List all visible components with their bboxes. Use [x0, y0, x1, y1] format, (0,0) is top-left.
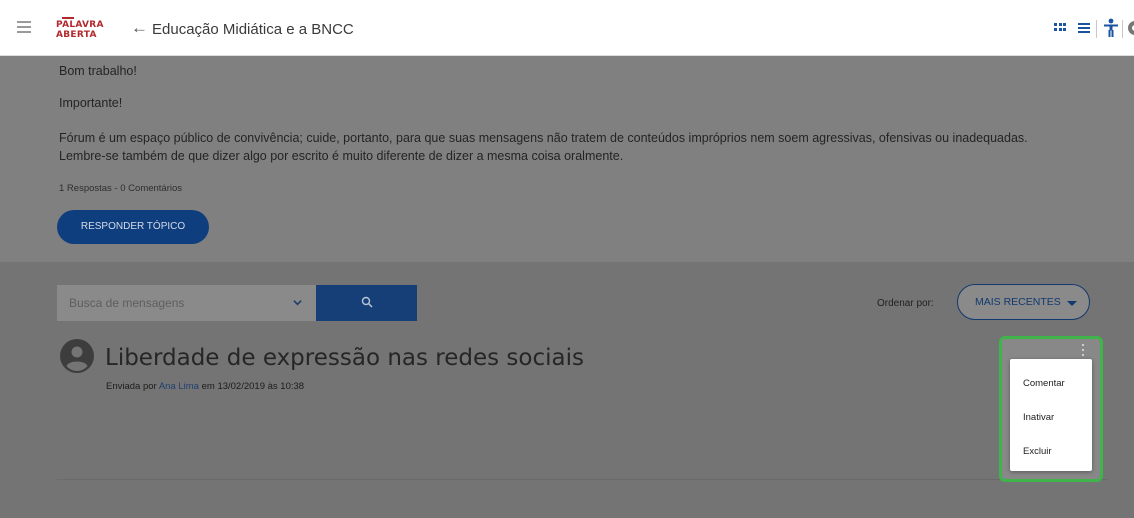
menu-icon[interactable]	[17, 21, 31, 33]
search-button[interactable]	[316, 285, 417, 321]
caret-down-icon	[1067, 301, 1077, 306]
post-author[interactable]: Ana Lima	[159, 381, 199, 392]
logo[interactable]: PALAVRA ABERTA	[56, 17, 116, 43]
top-bar: PALAVRA ABERTA ← Educação Midiática e a …	[0, 0, 1134, 56]
order-by-dropdown[interactable]: MAIS RECENTES	[957, 284, 1090, 320]
search-box	[57, 285, 316, 321]
chevron-down-icon[interactable]	[293, 298, 302, 307]
highlighted-menu-frame: Comentar Inativar Excluir	[999, 336, 1103, 482]
topic-content: Bom trabalho! Importante! Fórum é um esp…	[0, 57, 1134, 262]
menu-item-comentar[interactable]: Comentar	[1023, 378, 1065, 389]
accessibility-icon[interactable]	[1104, 18, 1118, 38]
topic-notice-line2: Lembre-se também de que dizer algo por e…	[59, 149, 624, 163]
divider	[57, 479, 1107, 480]
logo-mark	[62, 17, 74, 19]
reply-comment-count: 1 Respostas - 0 Comentários	[59, 183, 183, 194]
toolbar-divider	[1122, 20, 1123, 38]
more-vertical-icon[interactable]	[1080, 344, 1086, 358]
settings-icon[interactable]	[1128, 21, 1134, 35]
arrow-left-icon[interactable]: ←	[131, 19, 148, 37]
logo-text-line2: ABERTA	[56, 30, 97, 40]
post-meta: Enviada por Ana Lima em 13/02/2019 às 10…	[106, 381, 304, 392]
menu-item-inativar[interactable]: Inativar	[1023, 412, 1054, 423]
grid-view-icon[interactable]	[1054, 23, 1066, 33]
post-context-menu: Comentar Inativar Excluir	[1010, 359, 1092, 471]
order-by-selected: MAIS RECENTES	[975, 296, 1061, 308]
course-title: Educação Midiática e a BNCC	[152, 21, 354, 38]
logo-text-line1: PALAVRA	[56, 20, 104, 30]
reply-topic-button[interactable]: RESPONDER TÓPICO	[57, 210, 209, 244]
topic-greeting: Bom trabalho!	[59, 64, 137, 78]
post-date: em 13/02/2019 às 10:38	[201, 381, 305, 392]
messages-section: Ordenar por: MAIS RECENTES Liberdade de …	[0, 262, 1134, 518]
search-input[interactable]	[57, 285, 282, 321]
topic-important-heading: Importante!	[59, 96, 123, 110]
toolbar-icons	[1014, 18, 1134, 40]
post-sent-by-label: Enviada por	[106, 381, 157, 392]
list-view-icon[interactable]	[1078, 23, 1090, 33]
order-by-label: Ordenar por:	[877, 298, 934, 309]
topic-notice-line1: Fórum é um espaço público de convivência…	[59, 131, 1028, 145]
menu-item-excluir[interactable]: Excluir	[1023, 446, 1052, 457]
toolbar-divider	[1096, 20, 1097, 38]
search-icon	[361, 296, 373, 308]
post-title[interactable]: Liberdade de expressão nas redes sociais	[105, 344, 584, 372]
user-avatar-icon	[60, 339, 94, 373]
